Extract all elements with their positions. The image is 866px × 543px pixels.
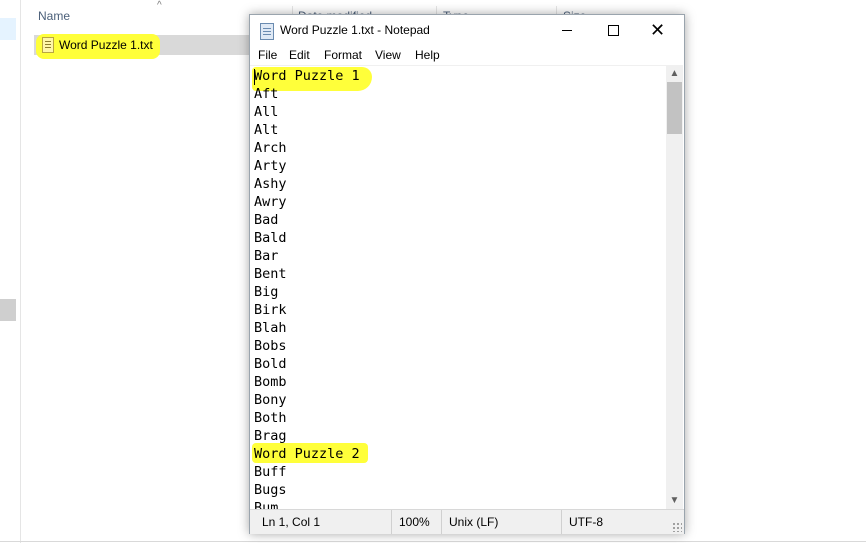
text-line: Buff: [254, 464, 287, 480]
notepad-titlebar[interactable]: Word Puzzle 1.txt - Notepad ✕: [250, 15, 684, 46]
text-line: Bugs: [254, 482, 287, 498]
text-line: Awry: [254, 194, 287, 210]
text-caret: [254, 69, 255, 85]
text-line: Arch: [254, 140, 287, 156]
text-line: Bobs: [254, 338, 287, 354]
scroll-thumb[interactable]: [667, 82, 682, 134]
text-line: Birk: [254, 302, 287, 318]
text-line: Brag: [254, 428, 287, 444]
text-line: Bald: [254, 230, 287, 246]
navigation-pane: [0, 0, 21, 543]
status-divider: [561, 510, 562, 534]
text-line: Word Puzzle 2: [254, 446, 360, 462]
file-name[interactable]: Word Puzzle 1.txt: [59, 38, 153, 52]
maximize-icon: [608, 25, 619, 36]
text-line: Aft: [254, 86, 279, 102]
menu-help[interactable]: Help: [415, 48, 440, 62]
text-line: Bomb: [254, 374, 287, 390]
column-header-name[interactable]: Name: [38, 9, 70, 23]
menu-bar: File Edit Format View Help: [250, 46, 684, 65]
text-line: All: [254, 104, 279, 120]
scroll-down-icon[interactable]: ▼: [666, 492, 683, 509]
status-zoom: 100%: [399, 515, 430, 529]
text-line: Alt: [254, 122, 279, 138]
menu-view[interactable]: View: [375, 48, 401, 62]
text-editor[interactable]: Word Puzzle 1 Aft All Alt Arch Arty Ashy…: [250, 65, 666, 510]
vertical-scrollbar[interactable]: ▲ ▼: [666, 65, 683, 509]
nav-item-highlight[interactable]: [0, 299, 16, 321]
scroll-up-icon[interactable]: ▲: [666, 65, 683, 82]
text-line: Bold: [254, 356, 287, 372]
window-bottom-border: [0, 541, 866, 542]
menu-format[interactable]: Format: [324, 48, 362, 62]
notepad-icon: [260, 23, 274, 40]
text-file-icon: [42, 37, 54, 53]
text-line: Bad: [254, 212, 279, 228]
status-cursor-position: Ln 1, Col 1: [262, 515, 321, 529]
text-line: Bony: [254, 392, 287, 408]
window-title: Word Puzzle 1.txt - Notepad: [280, 23, 430, 37]
sort-ascending-icon: ^: [157, 0, 162, 11]
text-line: Bar: [254, 248, 279, 264]
nav-selected-item[interactable]: [0, 18, 16, 40]
maximize-button[interactable]: [590, 15, 636, 46]
status-encoding: UTF-8: [569, 515, 603, 529]
notepad-window: Word Puzzle 1.txt - Notepad ✕ File Edit …: [249, 14, 685, 534]
minimize-button[interactable]: [544, 15, 590, 46]
resize-grip-icon[interactable]: [672, 522, 682, 532]
status-bar: Ln 1, Col 1 100% Unix (LF) UTF-8: [250, 509, 684, 534]
text-line: Blah: [254, 320, 287, 336]
status-line-ending: Unix (LF): [449, 515, 499, 529]
text-line: Word Puzzle 1: [254, 68, 360, 84]
status-divider: [391, 510, 392, 534]
status-divider: [441, 510, 442, 534]
minimize-icon: [562, 30, 572, 31]
menu-file[interactable]: File: [258, 48, 277, 62]
close-icon: ✕: [650, 20, 666, 40]
text-line: Ashy: [254, 176, 287, 192]
text-line: Big: [254, 284, 279, 300]
text-line: Arty: [254, 158, 287, 174]
text-line: Bent: [254, 266, 287, 282]
menu-edit[interactable]: Edit: [289, 48, 310, 62]
text-line: Both: [254, 410, 287, 426]
close-button[interactable]: ✕: [636, 15, 682, 46]
